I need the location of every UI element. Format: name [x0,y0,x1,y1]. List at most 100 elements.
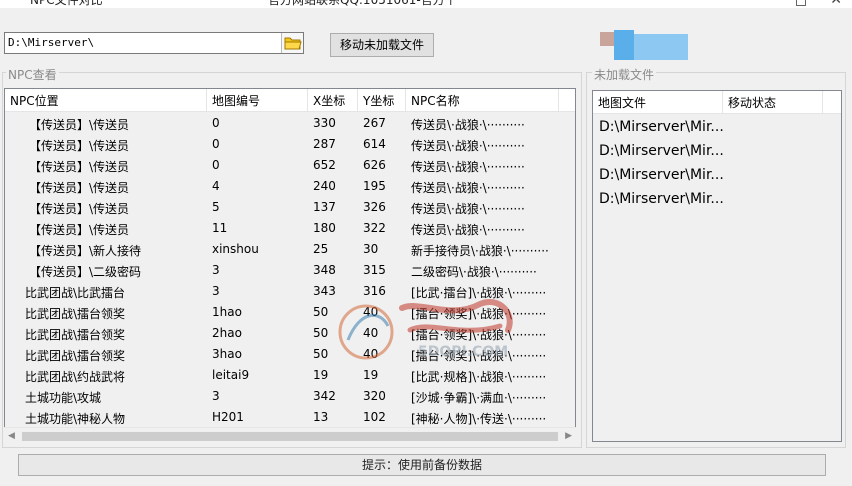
map-file-cell: D:\Mirserver\Mir... [599,191,723,207]
y-coord-cell: 40 [363,305,379,319]
npc-group-label: NPC查看 [6,66,59,83]
list-item[interactable]: D:\Mirserver\Mir... [593,189,841,213]
npc-name-cell: 传送员\·战狼·\·········· [411,160,525,174]
path-input[interactable]: D:\Mirserver\ [4,32,304,54]
npc-list-header: NPC位置 地图编号 X坐标 Y坐标 NPC名称 [5,89,575,112]
npc-list[interactable]: NPC位置 地图编号 X坐标 Y坐标 NPC名称 【传送员】\传送员 0 330 26… [4,88,576,444]
x-coord-cell: 50 [313,326,329,340]
close-icon[interactable]: ✕ [830,0,842,8]
table-row[interactable]: 【传送员】\传送员 0 287 614 传送员\·战狼·\·········· [5,134,575,155]
npc-location-cell: 【传送员】\二级密码 [29,265,142,279]
table-row[interactable]: 比武团战\约战武将 leitai9 19 19 [比武·规格]\·战狼·\·······… [5,365,575,386]
window-subtitle: 官方网站联系QQ:1051061-官方个 [268,0,457,7]
x-coord-cell: 343 [313,284,336,298]
table-row[interactable]: 比武团战\擂台领奖 1hao 50 40 [擂台·领奖]\·战狼·\········· [5,302,575,323]
table-row[interactable]: 【传送员】\传送员 11 180 322 传送员\·战狼·\·········· [5,218,575,239]
list-item[interactable]: D:\Mirserver\Mir... [593,117,841,141]
table-row[interactable]: 【传送员】\传送员 0 330 267 传送员\·战狼·\·········· [5,113,575,134]
y-coord-cell: 320 [363,389,386,403]
x-coord-cell: 50 [313,305,329,319]
list-item[interactable]: D:\Mirserver\Mir... [593,141,841,165]
table-row[interactable]: 比武团战\擂台领奖 2hao 50 40 [擂台·领奖]\·战狼·\········· [5,323,575,344]
unloaded-file-list[interactable]: 地图文件 移动状态 D:\Mirserver\Mir... D:\Mirserve… [592,90,842,442]
move-unloaded-files-button[interactable]: 移动未加载文件 [330,33,434,57]
table-row[interactable]: 【传送员】\二级密码 3 348 315 二级密码\·战狼·\·········· [5,260,575,281]
y-coord-cell: 326 [363,200,386,214]
table-row[interactable]: 土城功能\神秘人物 H201 13 102 [神秘·人物]\·传送·\········· [5,407,575,428]
avatar [600,30,688,64]
npc-location-cell: 比武团战\擂台领奖 [25,307,126,321]
map-id-cell: 0 [212,137,220,151]
y-coord-cell: 19 [363,368,379,382]
y-coord-cell: 614 [363,137,386,151]
map-id-cell: 3 [212,284,220,298]
npc-name-cell: 传送员\·战狼·\·········· [411,118,525,132]
npc-location-cell: 比武团战\擂台领奖 [25,349,126,363]
map-file-cell: D:\Mirserver\Mir... [599,119,723,135]
unloaded-list-body: D:\Mirserver\Mir... D:\Mirserver\Mir... D:… [593,117,841,213]
npc-location-cell: 【传送员】\传送员 [29,160,130,174]
npc-name-cell: [沙城·争霸]\·满血·\········· [411,391,547,405]
y-coord-cell: 30 [363,242,379,256]
y-coord-cell: 195 [363,179,386,193]
npc-name-cell: [比武·擂台]\·战狼·\········· [411,286,547,300]
x-coord-cell: 240 [313,179,336,193]
scroll-right-icon[interactable]: ▶ [565,431,572,441]
title-bar: NPC文件对比 官方网站联系QQ:1051061-官方个 ✕ [0,0,852,8]
map-id-cell: 3 [212,263,220,277]
column-header-npc-location[interactable]: NPC位置 [5,89,207,112]
y-coord-cell: 40 [363,347,379,361]
scroll-thumb[interactable] [22,432,558,441]
column-header-npc-name[interactable]: NPC名称 [406,89,559,112]
map-id-cell: 0 [212,158,220,172]
unloaded-list-header: 地图文件 移动状态 [593,91,841,114]
npc-location-cell: 土城功能\攻城 [25,391,102,405]
map-id-cell: 2hao [212,326,242,340]
y-coord-cell: 315 [363,263,386,277]
y-coord-cell: 626 [363,158,386,172]
npc-location-cell: 【传送员】\传送员 [29,202,130,216]
maximize-icon[interactable] [796,0,806,6]
npc-location-cell: 【传送员】\新人接待 [29,244,142,258]
window-client: D:\Mirserver\ 移动未加载文件 NPC查看 NPC位置 地图编号 X… [0,8,852,486]
npc-list-hscrollbar[interactable]: ◀ ▶ [4,427,576,444]
npc-name-cell: 传送员\·战狼·\·········· [411,139,525,153]
watermark-text: 5DOPI.COM [418,344,509,360]
x-coord-cell: 330 [313,116,336,130]
column-header-move-status[interactable]: 移动状态 [723,91,823,114]
browse-folder-button[interactable] [281,33,303,53]
npc-name-cell: 传送员\·战狼·\·········· [411,181,525,195]
npc-location-cell: 比武团战\约战武将 [25,370,126,384]
npc-name-cell: 传送员\·战狼·\·········· [411,202,525,216]
npc-location-cell: 土城功能\神秘人物 [25,412,126,426]
map-id-cell: 5 [212,200,220,214]
column-header-map-file[interactable]: 地图文件 [593,91,723,114]
map-id-cell: xinshou [212,242,259,256]
table-row[interactable]: 【传送员】\传送员 0 652 626 传送员\·战狼·\·········· [5,155,575,176]
table-row[interactable]: 【传送员】\传送员 5 137 326 传送员\·战狼·\·········· [5,197,575,218]
column-header-x[interactable]: X坐标 [308,89,358,112]
npc-location-cell: 比武团战\比武擂台 [25,286,126,300]
x-coord-cell: 342 [313,389,336,403]
npc-location-cell: 比武团战\擂台领奖 [25,328,126,342]
npc-name-cell: [擂台·领奖]\·战狼·\········· [411,328,547,342]
npc-list-body: 【传送员】\传送员 0 330 267 传送员\·战狼·\·········· 【传送员】… [5,113,575,428]
y-coord-cell: 267 [363,116,386,130]
x-coord-cell: 25 [313,242,329,256]
map-id-cell: leitai9 [212,368,250,382]
window-title: NPC文件对比 [30,0,103,7]
map-id-cell: 11 [212,221,228,235]
x-coord-cell: 180 [313,221,336,235]
map-id-cell: 4 [212,179,220,193]
column-header-map-id[interactable]: 地图编号 [207,89,308,112]
table-row[interactable]: 【传送员】\传送员 4 240 195 传送员\·战狼·\·········· [5,176,575,197]
npc-name-cell: 二级密码\·战狼·\·········· [411,265,537,279]
map-file-cell: D:\Mirserver\Mir... [599,167,723,183]
table-row[interactable]: 土城功能\攻城 3 342 320 [沙城·争霸]\·满血·\········· [5,386,575,407]
table-row[interactable]: 比武团战\比武擂台 3 343 316 [比武·擂台]\·战狼·\········· [5,281,575,302]
column-header-y[interactable]: Y坐标 [358,89,406,112]
npc-name-cell: 传送员\·战狼·\·········· [411,223,525,237]
list-item[interactable]: D:\Mirserver\Mir... [593,165,841,189]
scroll-left-icon[interactable]: ◀ [8,431,15,441]
table-row[interactable]: 【传送员】\新人接待 xinshou 25 30 新手接待员\·战狼·\········… [5,239,575,260]
